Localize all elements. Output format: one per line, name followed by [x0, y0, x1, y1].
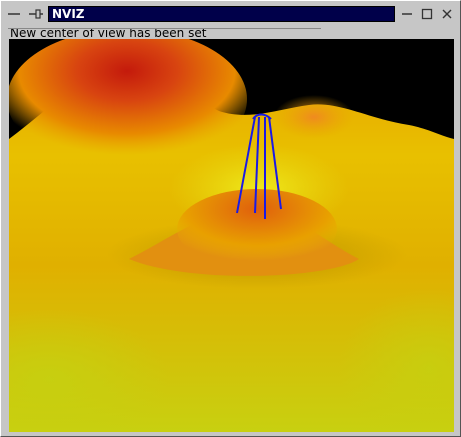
pin-icon[interactable]: [27, 6, 45, 22]
right-bump: [274, 95, 354, 139]
title-bar-right-controls: [398, 5, 456, 22]
title-bar-left-controls: [3, 3, 47, 25]
front-peak-highlight: [177, 189, 337, 269]
maximize-button[interactable]: [418, 5, 436, 22]
title-bar[interactable]: NVIZ: [3, 3, 458, 25]
window-title: NVIZ: [52, 7, 85, 21]
terrain-surface-render: [9, 39, 454, 432]
window-menu-dash-icon[interactable]: [5, 6, 23, 22]
minimize-button[interactable]: [398, 5, 416, 22]
nviz-window: NVIZ New center of view has been set: [0, 0, 461, 437]
close-button[interactable]: [438, 5, 456, 22]
3d-viewport-canvas[interactable]: [9, 39, 454, 432]
